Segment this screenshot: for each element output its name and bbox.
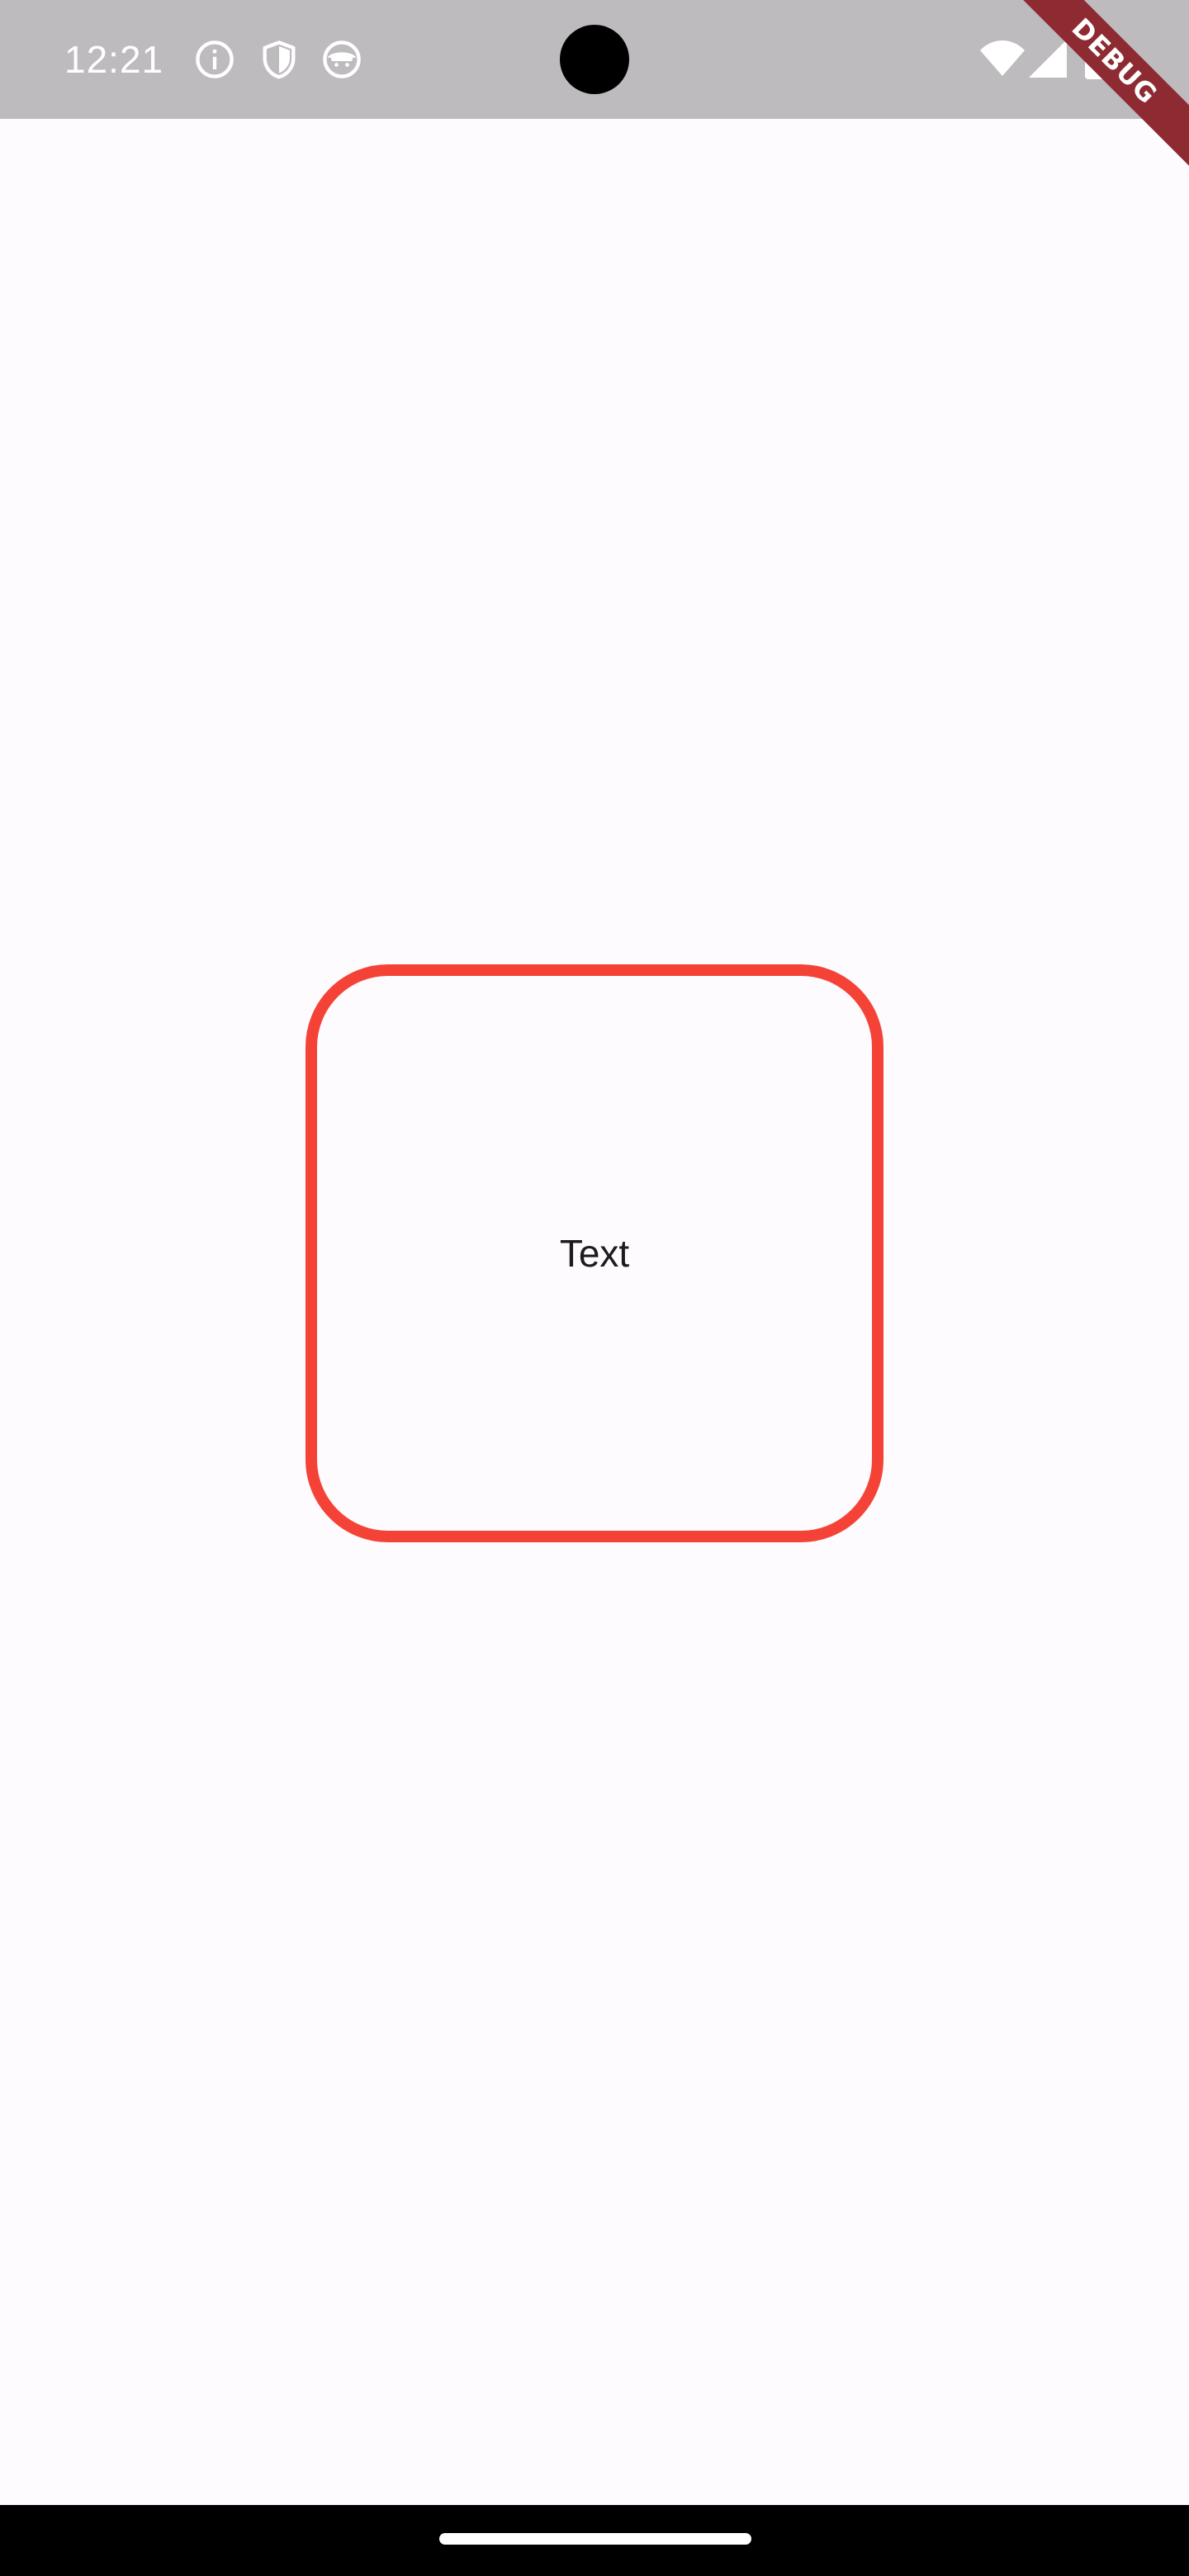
wifi-icon — [979, 40, 1026, 78]
status-bar: 12:21 — [0, 0, 1189, 119]
camera-cutout — [560, 25, 629, 94]
app-screen: 12:21 DEBUG Text — [0, 0, 1189, 2576]
box-text: Text — [559, 1232, 630, 1275]
bordered-container: Text — [306, 964, 883, 1542]
battery-icon — [1085, 36, 1108, 79]
main-content: Text — [0, 119, 1189, 2505]
navigation-bar — [0, 2505, 1189, 2576]
status-time: 12:21 — [64, 38, 164, 81]
signal-icon — [1029, 40, 1067, 78]
face-icon — [320, 38, 363, 81]
home-gesture-handle[interactable] — [439, 2533, 751, 2545]
shield-icon — [258, 38, 301, 81]
info-icon — [193, 38, 236, 81]
